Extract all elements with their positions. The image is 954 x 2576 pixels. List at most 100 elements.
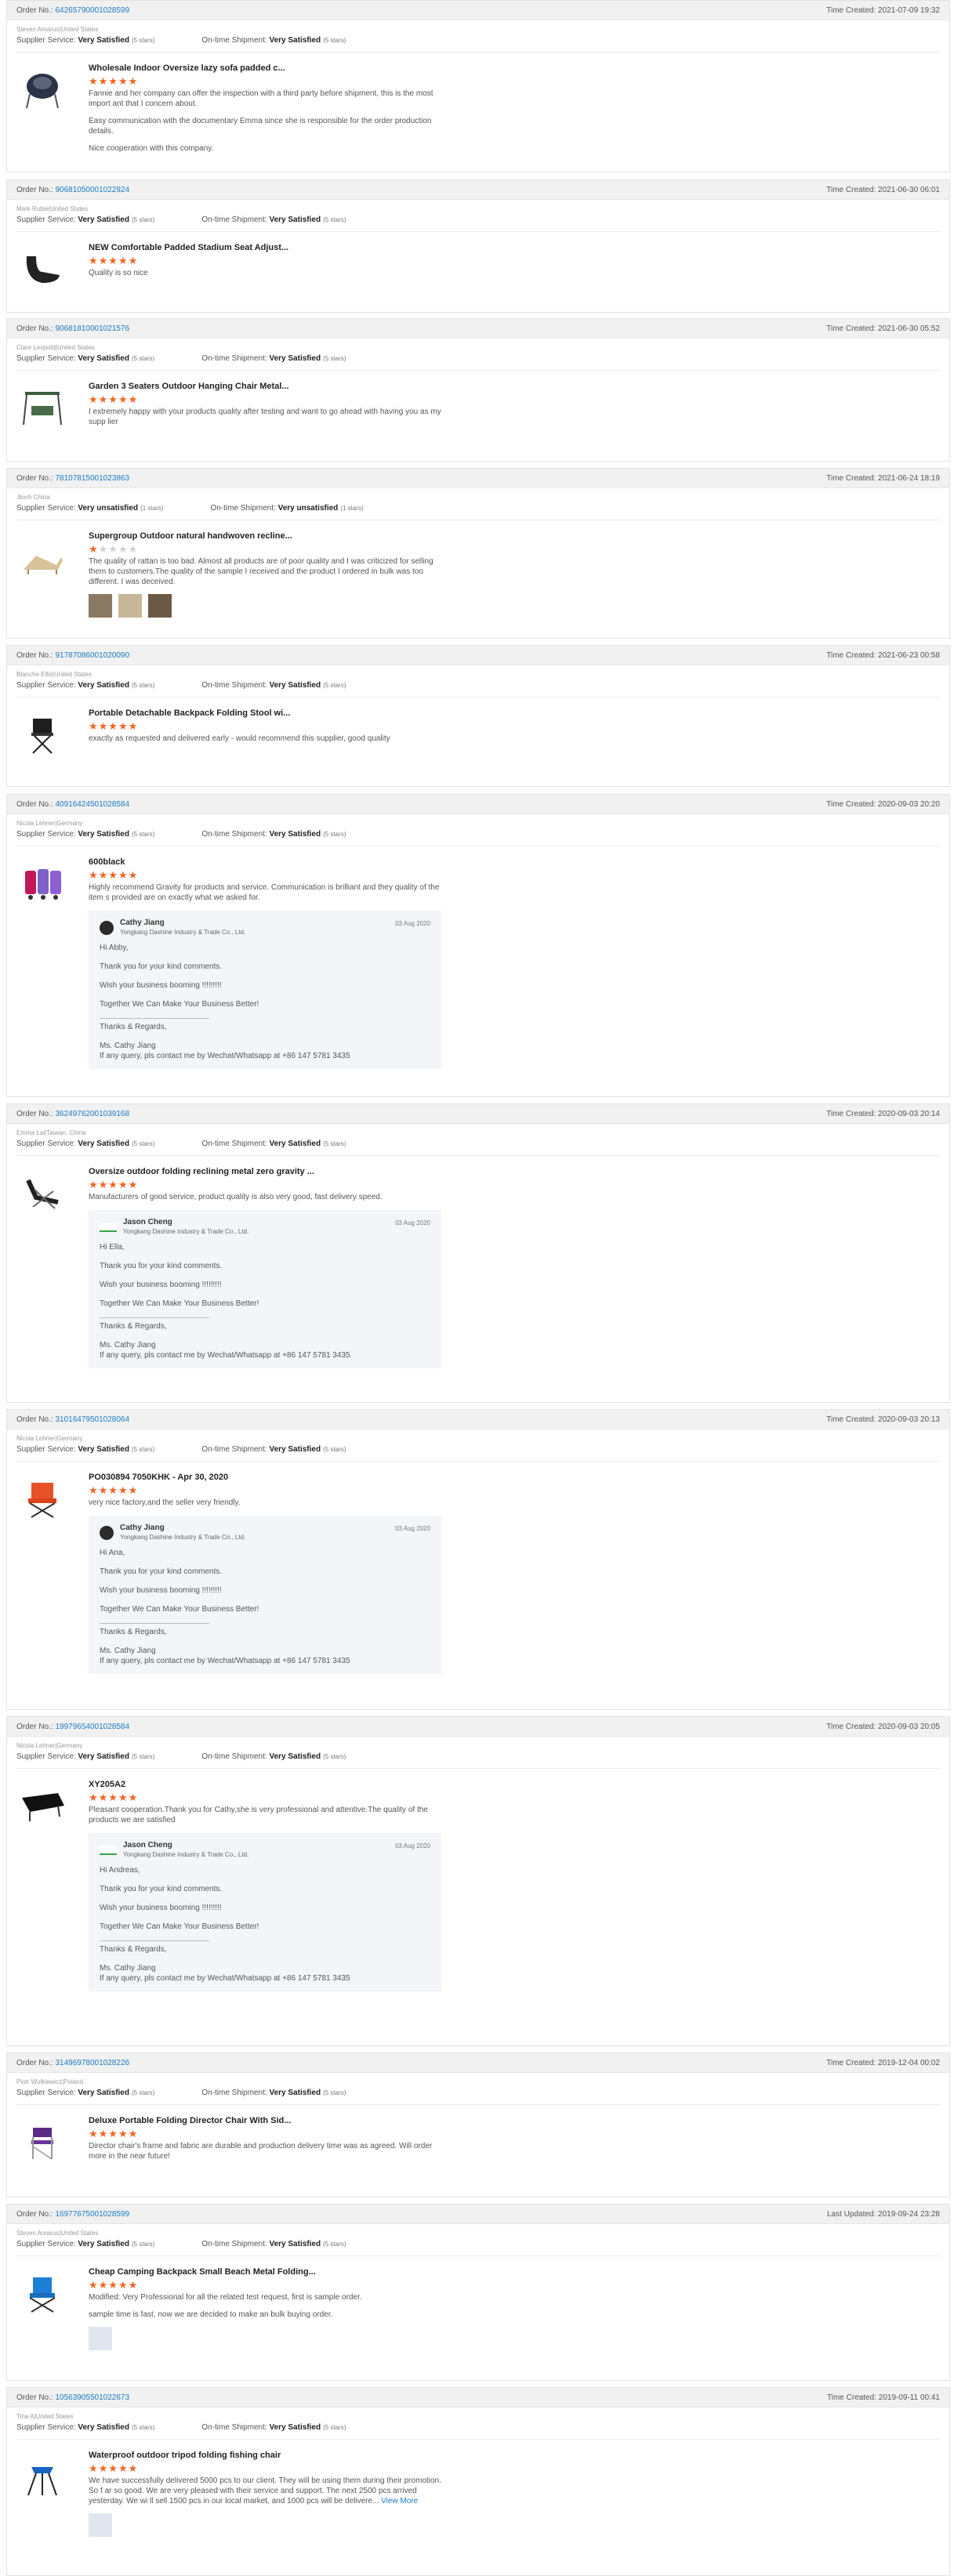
card-header: Order No.: 19979654001028584 Time Created… (7, 1717, 949, 1737)
review-photo[interactable] (89, 2327, 112, 2350)
reply-line: Together We Can Make Your Business Bette… (100, 1299, 259, 1308)
star-rating: ★★★★★ (89, 1792, 139, 1803)
view-more-link[interactable]: View More (381, 2497, 418, 2505)
order-number-link[interactable]: 16977675001028599 (55, 2210, 129, 2219)
buyer-info: Piotr Wulkiewicz|Poland (16, 2078, 84, 2085)
product-title[interactable]: Waterproof outdoor tripod folding fishin… (89, 2449, 441, 2462)
supplier-service-label: Supplier Service: (16, 354, 76, 363)
order-number-link[interactable]: 64265790001028599 (55, 6, 129, 15)
review-text: The quality of rattan is too bad. Almost… (89, 557, 433, 586)
order-number-link[interactable]: 36249762001039168 (55, 1110, 129, 1118)
product-title[interactable]: Portable Detachable Backpack Folding Sto… (89, 707, 441, 719)
product-title[interactable]: PO030894 7050KHK - Apr 30, 2020 (89, 1471, 441, 1484)
order-number-link[interactable]: 31016479501028064 (55, 1415, 129, 1424)
ontime-shipment-label: On-time Shipment: (201, 1139, 267, 1148)
ontime-shipment-value: Very Satisfied (269, 354, 321, 363)
product-title[interactable]: XY205A2 (89, 1778, 441, 1791)
ontime-shipment-stars: (5 stars) (323, 1446, 346, 1453)
supplier-service-value: Very Satisfied (78, 2423, 129, 2432)
ontime-shipment-stars: (5 stars) (323, 682, 346, 689)
product-title[interactable]: 600black (89, 856, 441, 868)
product-title[interactable]: Deluxe Portable Folding Director Chair W… (89, 2114, 441, 2127)
star-rating: ★★★★★ (89, 1179, 139, 1190)
product-title[interactable]: Wholesale Indoor Oversize lazy sofa padd… (89, 62, 441, 74)
reply-line: Wish your business booming !!!!!!!!! (100, 1586, 222, 1595)
order-number-link[interactable]: 31496978001028226 (55, 2059, 129, 2067)
ontime-shipment-value: Very Satisfied (269, 830, 321, 839)
time-value: 2021-06-30 06:01 (878, 185, 940, 194)
ontime-shipment-label: On-time Shipment: (201, 1445, 267, 1454)
review-photo[interactable] (118, 594, 142, 618)
review-photo[interactable] (89, 2513, 112, 2537)
reply-line: Wish your business booming !!!!!!!!! (100, 981, 222, 990)
time-label: Time Created: (826, 185, 876, 194)
time-label: Time Created: (827, 2393, 876, 2402)
reply-line: Thank you for your kind comments. (100, 1262, 223, 1270)
review-text: sample time is fast, now we are decided … (89, 2310, 333, 2319)
review-card: Order No.: 31016479501028064 Time Created… (6, 1409, 950, 1710)
chair-icon[interactable] (16, 63, 68, 115)
time-value: 2020-09-03 20:05 (878, 1722, 940, 1731)
camp-chair-icon[interactable] (16, 1473, 68, 1524)
order-number-link[interactable]: 10563905501022673 (55, 2393, 129, 2402)
reply-signature: Ms. Cathy Jiang (100, 1647, 156, 1655)
rating-summary: Supplier Service: Very Satisfied (5 stars… (16, 2238, 940, 2251)
product-title[interactable]: Oversize outdoor folding reclining metal… (89, 1165, 441, 1178)
trolley-icon[interactable] (16, 857, 68, 909)
ontime-shipment-label: On-time Shipment: (201, 36, 267, 45)
cot-icon[interactable] (16, 1780, 68, 1831)
reply-company: Yongkang Dashine Industry & Trade Co., L… (120, 1534, 246, 1541)
review-photo[interactable] (89, 594, 112, 618)
product-title[interactable]: Garden 3 Seaters Outdoor Hanging Chair M… (89, 380, 441, 393)
ontime-shipment-label: On-time Shipment: (201, 2240, 267, 2248)
reply-author: Jason Cheng (123, 1841, 172, 1850)
card-header: Order No.: 16977675001028599 Last Updated… (7, 2205, 949, 2224)
stool-icon[interactable] (16, 708, 68, 760)
time-value: 2020-09-03 20:13 (878, 1415, 940, 1424)
reply-line: Together We Can Make Your Business Bette… (100, 1605, 259, 1614)
supplier-service-value: Very Satisfied (78, 216, 129, 224)
order-no-label: Order No.: (16, 1722, 53, 1731)
order-number-link[interactable]: 19979654001028584 (55, 1723, 129, 1731)
order-no-label: Order No.: (16, 473, 53, 483)
order-number-link[interactable]: 40916424501028584 (55, 800, 129, 809)
order-number-link[interactable]: 91787086001020090 (55, 651, 129, 660)
time-label: Time Created: (826, 799, 876, 809)
director-chair-icon[interactable] (16, 2116, 68, 2168)
lounger-icon[interactable] (16, 531, 68, 583)
time-label: Time Created: (826, 650, 876, 660)
ontime-shipment-value: Very Satisfied (269, 2089, 321, 2097)
seat-icon[interactable] (16, 243, 68, 295)
supplier-service-value: Very Satisfied (78, 2240, 129, 2248)
reply-line: Hi Abby, (100, 944, 129, 952)
product-title[interactable]: Supergroup Outdoor natural handwoven rec… (89, 530, 441, 542)
ontime-shipment-stars: (5 stars) (323, 37, 346, 44)
supplier-service-stars: (5 stars) (131, 216, 155, 223)
time-value: 2020-09-03 20:14 (878, 1109, 940, 1118)
rating-summary: Supplier Service: Very Satisfied (5 stars… (16, 1138, 940, 1150)
rating-summary: Supplier Service: Very Satisfied (5 stars… (16, 1444, 940, 1456)
order-number-link[interactable]: 78107815001023863 (55, 474, 129, 483)
time-value: 2019-09-11 00:41 (878, 2393, 940, 2402)
review-photo[interactable] (148, 594, 172, 618)
order-number-link[interactable]: 90681050001022924 (55, 186, 129, 194)
beach-chair-icon[interactable] (16, 2267, 68, 2319)
ontime-shipment-value: Very Satisfied (269, 216, 321, 224)
review-card: Order No.: 91787086001020090 Time Created… (6, 645, 950, 787)
reply-line: Thank you for your kind comments. (100, 962, 223, 971)
review-text: Easy communication with the documentary … (89, 117, 432, 136)
product-title[interactable]: Cheap Camping Backpack Small Beach Metal… (89, 2266, 441, 2278)
order-no-label: Order No.: (16, 2209, 53, 2219)
buyer-info: Nicola Lehner|Germany (16, 1742, 83, 1749)
card-header: Order No.: 36249762001039168 Time Created… (7, 1104, 949, 1124)
recliner-icon[interactable] (16, 1167, 68, 1219)
reply-author: Cathy Jiang (120, 918, 165, 927)
reply-signature: Ms. Cathy Jiang (100, 1042, 156, 1050)
product-title[interactable]: NEW Comfortable Padded Stadium Seat Adju… (89, 241, 441, 254)
supplier-service-value: Very Satisfied (78, 681, 129, 690)
order-number-link[interactable]: 90681810001021576 (55, 324, 129, 333)
tripod-stool-icon[interactable] (16, 2451, 68, 2502)
swing-icon[interactable] (16, 382, 68, 433)
supplier-service-stars: (5 stars) (131, 1753, 155, 1760)
supplier-service-stars: (5 stars) (131, 2241, 155, 2248)
